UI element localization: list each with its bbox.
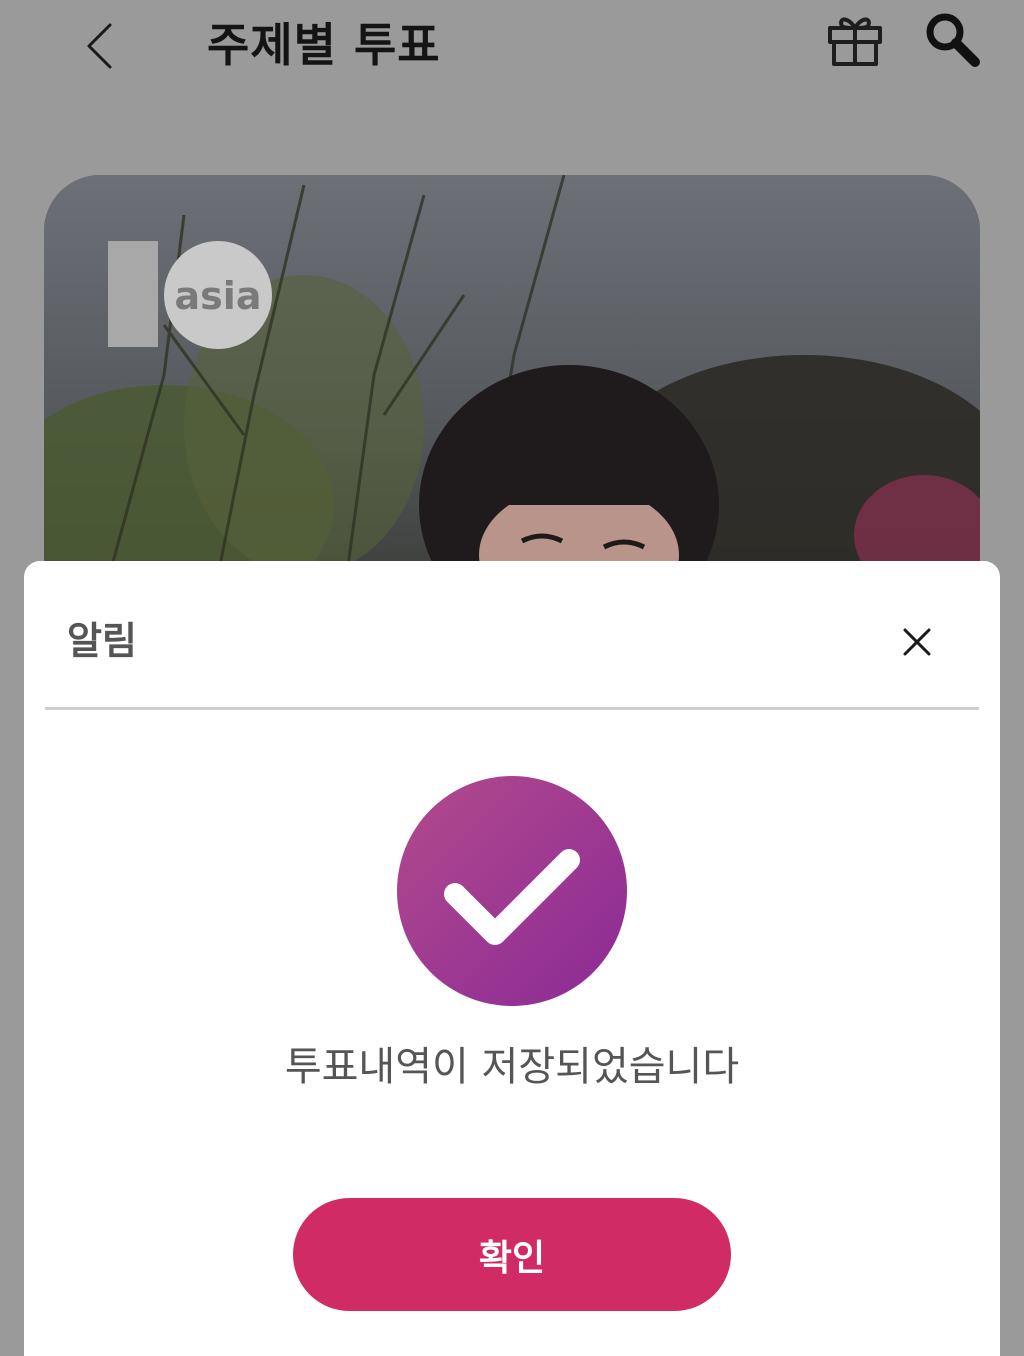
alert-dialog: 알림 투표내역이 저장되었습니다 확인 — [24, 561, 1000, 1356]
close-button[interactable] — [896, 621, 938, 663]
tenasia-logo: asia — [108, 241, 272, 349]
dialog-title: 알림 — [67, 619, 137, 663]
page-title: 주제별 투표 — [207, 18, 441, 72]
back-button[interactable] — [74, 18, 124, 74]
close-icon — [903, 628, 931, 656]
confirm-button[interactable]: 확인 — [293, 1198, 731, 1311]
hero-photo[interactable]: asia — [44, 175, 980, 595]
dialog-divider — [45, 707, 979, 710]
tenasia-logo-text: asia — [175, 274, 262, 318]
hero-image — [44, 175, 980, 595]
dialog-message: 투표내역이 저장되었습니다 — [284, 1044, 740, 1090]
app-header: 주제별 투표 — [0, 0, 1024, 100]
search-button[interactable] — [920, 8, 984, 72]
chevron-left-icon — [87, 23, 112, 69]
search-icon — [926, 13, 980, 67]
gift-button[interactable] — [822, 8, 886, 72]
gift-icon — [828, 17, 882, 66]
check-circle-icon — [397, 776, 627, 1006]
